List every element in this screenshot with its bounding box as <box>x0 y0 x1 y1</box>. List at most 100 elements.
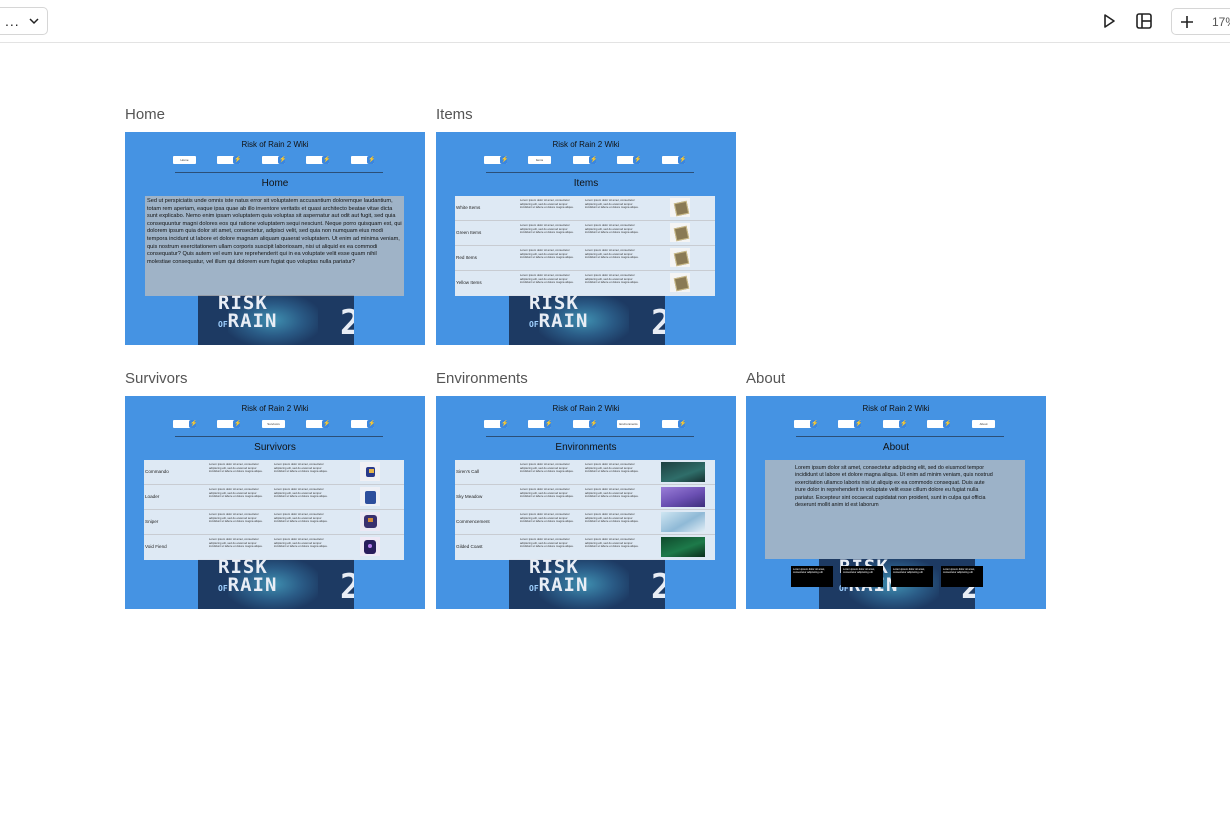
table-row: Green Items Lorem ipsum dolor sit amet, … <box>455 221 715 246</box>
nav-environments[interactable] <box>927 420 950 428</box>
table-row: Gilded Coast Lorem ipsum dolor sit amet,… <box>455 535 715 559</box>
frame-environments[interactable]: RISK OFRAIN 2 Risk of Rain 2 Wiki Enviro… <box>436 396 736 609</box>
zoom-control[interactable]: 17% <box>1171 8 1230 35</box>
items-table: White Items Lorem ipsum dolor sit amet, … <box>455 196 715 296</box>
survivor-image <box>360 512 380 531</box>
bolt-icon <box>367 420 374 428</box>
table-row: Void Fiend Lorem ipsum dolor sit amet, c… <box>144 535 404 559</box>
nav-divider <box>486 172 694 173</box>
bolt-icon <box>810 420 817 428</box>
nav-items[interactable] <box>528 420 551 428</box>
bolt-icon <box>322 156 329 164</box>
site-title: Risk of Rain 2 Wiki <box>241 140 309 149</box>
zoom-level: 17% <box>1212 14 1230 29</box>
navbar: About <box>794 420 1004 432</box>
nav-home[interactable]: Home <box>173 156 196 164</box>
bolt-icon <box>633 156 640 164</box>
hero-banner: RISK OFRAIN 2 <box>198 559 354 609</box>
play-icon[interactable] <box>1099 11 1119 31</box>
table-row: Commando Lorem ipsum dolor sit amet, con… <box>144 460 404 485</box>
bolt-icon <box>589 420 596 428</box>
about-cards: Lorem ipsum dolor sit amet, consectetur … <box>791 566 991 588</box>
frame-label-items[interactable]: Items <box>436 106 473 123</box>
frame-items[interactable]: RISK OFRAIN 2 Risk of Rain 2 Wiki Items … <box>436 132 736 345</box>
nav-items[interactable] <box>217 420 240 428</box>
page-heading: About <box>882 442 910 453</box>
site-title: Risk of Rain 2 Wiki <box>862 404 930 413</box>
table-row: Sniper Lorem ipsum dolor sit amet, conse… <box>144 510 404 535</box>
nav-divider <box>486 436 694 437</box>
nav-survivors[interactable] <box>573 156 596 164</box>
survivor-image <box>360 487 380 506</box>
nav-items[interactable] <box>217 156 240 164</box>
navbar: Home <box>173 156 383 168</box>
site-title: Risk of Rain 2 Wiki <box>552 404 620 413</box>
site-title: Risk of Rain 2 Wiki <box>241 404 309 413</box>
bolt-icon <box>943 420 950 428</box>
nav-items[interactable] <box>838 420 861 428</box>
environment-image <box>661 537 705 557</box>
bolt-icon <box>278 156 285 164</box>
nav-survivors[interactable]: Survivors <box>262 420 285 428</box>
nav-home[interactable] <box>794 420 817 428</box>
navbar: Survivors <box>173 420 383 432</box>
zoom-in-icon[interactable] <box>1172 15 1202 29</box>
home-text: Sed ut perspiciatis unde omnis iste natu… <box>145 196 404 296</box>
bolt-icon <box>544 420 551 428</box>
nav-about[interactable]: About <box>972 420 995 428</box>
nav-about[interactable] <box>662 156 685 164</box>
table-row: Red Items Lorem ipsum dolor sit amet, co… <box>455 246 715 271</box>
nav-survivors[interactable] <box>262 156 285 164</box>
frame-about[interactable]: RISK OFRAIN 2 Risk of Rain 2 Wiki About … <box>746 396 1046 609</box>
bolt-icon <box>233 420 240 428</box>
nav-environments[interactable] <box>617 156 640 164</box>
about-text: Lorem ipsum dolor sit amet, consectetur … <box>765 460 1025 559</box>
nav-about[interactable] <box>351 156 374 164</box>
page-select[interactable]: ... <box>0 7 48 35</box>
bolt-icon <box>189 420 196 428</box>
nav-items[interactable]: Items <box>528 156 551 164</box>
logo: RISK OFRAIN 2 <box>218 295 354 343</box>
table-row: Yellow Items Lorem ipsum dolor sit amet,… <box>455 271 715 295</box>
layout-panel-icon[interactable] <box>1134 11 1154 31</box>
bolt-icon <box>322 420 329 428</box>
nav-survivors[interactable] <box>573 420 596 428</box>
survivor-image <box>360 462 380 481</box>
nav-environments[interactable]: Environments <box>617 420 640 428</box>
nav-survivors[interactable] <box>883 420 906 428</box>
environment-image <box>661 512 705 532</box>
about-card: Lorem ipsum dolor sit amet, consectetur … <box>891 566 933 587</box>
frame-label-home[interactable]: Home <box>125 106 165 123</box>
frame-label-about[interactable]: About <box>746 370 785 387</box>
nav-home[interactable] <box>484 420 507 428</box>
environment-image <box>661 462 705 482</box>
frame-survivors[interactable]: RISK OFRAIN 2 Risk of Rain 2 Wiki Surviv… <box>125 396 425 609</box>
table-row: Siren's Call Lorem ipsum dolor sit amet,… <box>455 460 715 485</box>
bolt-icon <box>899 420 906 428</box>
navbar: Items <box>484 156 694 168</box>
page-heading: Items <box>573 178 599 189</box>
about-card: Lorem ipsum dolor sit amet, consectetur … <box>841 566 883 587</box>
nav-home[interactable] <box>484 156 507 164</box>
table-row: Sky Meadow Lorem ipsum dolor sit amet, c… <box>455 485 715 510</box>
nav-about[interactable] <box>662 420 685 428</box>
frame-label-survivors[interactable]: Survivors <box>125 370 188 387</box>
item-image <box>670 273 690 292</box>
item-image <box>670 198 690 217</box>
nav-home[interactable] <box>173 420 196 428</box>
nav-environments[interactable] <box>306 156 329 164</box>
bolt-icon <box>589 156 596 164</box>
bolt-icon <box>233 156 240 164</box>
frame-label-environments[interactable]: Environments <box>436 370 528 387</box>
nav-environments[interactable] <box>306 420 329 428</box>
nav-divider <box>175 436 383 437</box>
about-card: Lorem ipsum dolor sit amet, consectetur … <box>791 566 833 587</box>
page-heading: Survivors <box>254 442 296 453</box>
frame-home[interactable]: RISK OFRAIN 2 Risk of Rain 2 Wiki Home H… <box>125 132 425 345</box>
table-row: White Items Lorem ipsum dolor sit amet, … <box>455 196 715 221</box>
hero-banner: RISK OFRAIN 2 <box>509 559 665 609</box>
nav-about[interactable] <box>351 420 374 428</box>
nav-divider <box>175 172 383 173</box>
logo: RISK OFRAIN 2 <box>529 295 665 343</box>
survivors-table: Commando Lorem ipsum dolor sit amet, con… <box>144 460 404 560</box>
